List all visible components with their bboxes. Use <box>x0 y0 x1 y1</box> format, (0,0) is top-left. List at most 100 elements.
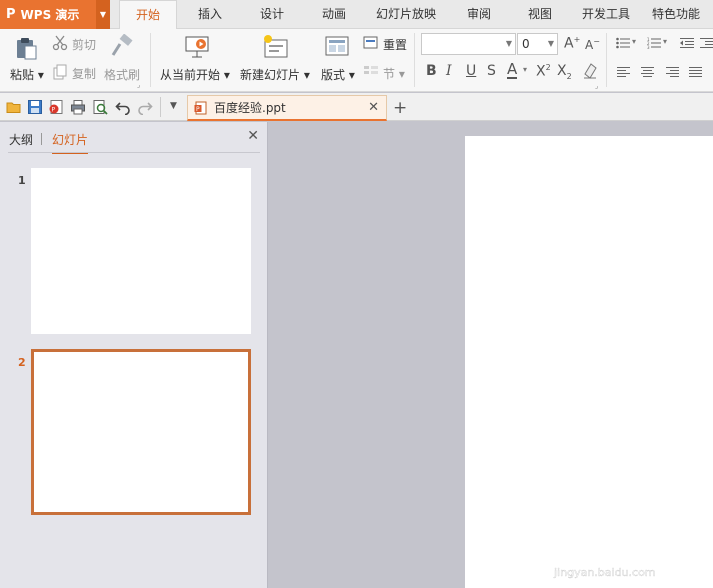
align-left-icon[interactable] <box>617 67 630 78</box>
numbering-dropdown-icon[interactable]: ▾ <box>663 37 667 46</box>
italic-icon[interactable]: I <box>446 63 452 79</box>
align-right-icon[interactable] <box>666 67 679 78</box>
reset-icon <box>363 36 378 49</box>
section-icon <box>364 66 378 74</box>
copy-icon <box>53 64 67 80</box>
align-center-icon[interactable] <box>641 67 654 78</box>
section-label: 节 <box>383 67 396 81</box>
tab-design[interactable]: 设计 <box>248 0 296 29</box>
tab-insert[interactable]: 插入 <box>186 0 234 29</box>
tab-review[interactable]: 审阅 <box>455 0 503 29</box>
layout-button[interactable]: 版式 ▾ <box>321 66 355 83</box>
scissors-icon <box>52 35 68 51</box>
font-group-launcher-icon[interactable]: ⌟ <box>595 82 598 90</box>
chevron-down-icon: ▼ <box>547 39 554 48</box>
bold-icon[interactable]: B <box>426 63 437 79</box>
format-painter-icon[interactable] <box>110 34 134 58</box>
print-preview-icon[interactable] <box>92 99 108 115</box>
app-name: WPS 演示 <box>20 8 80 22</box>
bullets-dropdown-icon[interactable]: ▾ <box>632 37 636 46</box>
font-color-icon[interactable]: A <box>507 61 518 79</box>
close-document-icon[interactable]: ✕ <box>368 100 379 115</box>
redo-icon[interactable] <box>137 99 153 115</box>
font-name-select[interactable]: ▼ <box>421 33 516 55</box>
layout-icon[interactable] <box>325 36 349 58</box>
toolbar-separator <box>160 97 161 117</box>
slides-tab[interactable]: 幻灯片 <box>52 131 89 154</box>
bullets-icon[interactable] <box>616 37 630 49</box>
from-current-label: 从当前开始 <box>160 68 221 82</box>
print-icon[interactable] <box>70 99 86 115</box>
decrease-font-size-icon[interactable]: A− <box>585 37 600 52</box>
paste-label: 粘贴 <box>10 68 35 82</box>
customize-toolbar-dropdown-icon[interactable]: ▼ <box>170 101 177 111</box>
new-slide-label: 新建幻灯片 <box>240 68 301 82</box>
cut-button[interactable]: 剪切 <box>72 36 96 53</box>
slide-number: 2 <box>18 356 26 369</box>
paste-button[interactable]: 粘贴 ▾ <box>10 66 44 83</box>
outline-tab[interactable]: 大纲 <box>9 131 33 148</box>
svg-text:P: P <box>52 107 56 114</box>
slide-thumbnail-2[interactable] <box>31 349 251 515</box>
copy-button[interactable]: 复制 <box>72 65 96 82</box>
tab-animation[interactable]: 动画 <box>310 0 358 29</box>
tab-special-features[interactable]: 特色功能 <box>646 0 706 29</box>
tab-home[interactable]: 开始 <box>119 0 177 30</box>
play-from-current-icon[interactable] <box>184 35 210 59</box>
title-tab-bar: P WPS 演示 ▼ 开始 插入 设计 动画 幻灯片放映 审阅 视图 开发工具 … <box>0 0 713 30</box>
save-icon[interactable] <box>27 99 43 115</box>
wps-logo-icon: P <box>6 7 16 22</box>
document-title: 百度经验.ppt <box>214 101 286 115</box>
paste-icon[interactable] <box>14 36 38 60</box>
reset-button[interactable]: 重置 <box>383 36 407 53</box>
pane-header-divider <box>8 152 260 153</box>
clipboard-group-launcher-icon[interactable]: ⌟ <box>137 81 140 89</box>
tab-slideshow[interactable]: 幻灯片放映 <box>370 0 442 29</box>
layout-label: 版式 <box>321 68 346 82</box>
slides-pane: 大纲 幻灯片 ✕ 1 2 <box>0 122 268 588</box>
numbering-icon[interactable]: 1 2 3 <box>647 37 661 49</box>
app-menu-dropdown-icon[interactable]: ▼ <box>96 0 110 29</box>
watermark-url: jingyan.baidu.com <box>553 566 656 579</box>
baidu-jingyan-watermark: Bai度经验 jingyan.baidu.com <box>548 514 668 579</box>
pane-tab-divider <box>41 133 42 145</box>
chevron-down-icon: ▼ <box>505 39 512 48</box>
ppt-file-icon: P <box>194 101 207 114</box>
ribbon-separator <box>606 33 607 87</box>
new-slide-icon[interactable] <box>262 34 290 60</box>
tab-developer[interactable]: 开发工具 <box>576 0 636 29</box>
watermark-text: Bai度经验 <box>548 527 667 557</box>
wps-app-menu-button[interactable]: P WPS 演示 <box>0 0 96 29</box>
format-painter-button[interactable]: 格式刷 <box>104 66 140 83</box>
undo-icon[interactable] <box>115 99 131 115</box>
ribbon-home: 粘贴 ▾ 剪切 复制 格式刷 ⌟ 从当前开始 ▾ 新建幻灯片 ▾ 版式 ▾ 重置… <box>0 29 713 92</box>
ribbon-separator <box>150 33 151 87</box>
superscript-icon[interactable]: X2 <box>536 63 551 80</box>
increase-font-size-icon[interactable]: A+ <box>564 35 580 52</box>
svg-text:3: 3 <box>647 45 650 49</box>
subscript-icon[interactable]: X2 <box>557 63 572 81</box>
from-current-button[interactable]: 从当前开始 ▾ <box>160 66 230 83</box>
increase-indent-icon[interactable] <box>700 37 713 49</box>
font-color-dropdown-icon[interactable]: ▾ <box>523 65 527 74</box>
slide-number: 1 <box>18 174 26 187</box>
font-size-select[interactable]: 0 ▼ <box>517 33 558 55</box>
export-pdf-icon[interactable]: P <box>48 99 64 115</box>
font-size-value: 0 <box>522 37 530 51</box>
underline-icon[interactable]: U <box>466 63 476 79</box>
quick-access-toolbar: P ▼ P 百度经验.ppt ✕ + <box>0 93 713 121</box>
clear-format-icon[interactable] <box>582 62 598 80</box>
tab-view[interactable]: 视图 <box>516 0 564 29</box>
document-tab[interactable]: P 百度经验.ppt ✕ <box>187 95 387 121</box>
shadow-icon[interactable]: S <box>487 63 496 79</box>
open-folder-icon[interactable] <box>6 99 22 115</box>
svg-text:P: P <box>196 106 200 113</box>
new-tab-icon[interactable]: + <box>393 98 407 118</box>
section-button[interactable]: 节 ▾ <box>383 65 405 82</box>
ribbon-separator <box>414 33 415 87</box>
new-slide-button[interactable]: 新建幻灯片 ▾ <box>240 66 310 83</box>
justify-icon[interactable] <box>689 67 702 78</box>
decrease-indent-icon[interactable] <box>680 37 694 49</box>
slide-thumbnail-1[interactable] <box>31 168 251 334</box>
close-pane-icon[interactable]: ✕ <box>247 128 259 144</box>
